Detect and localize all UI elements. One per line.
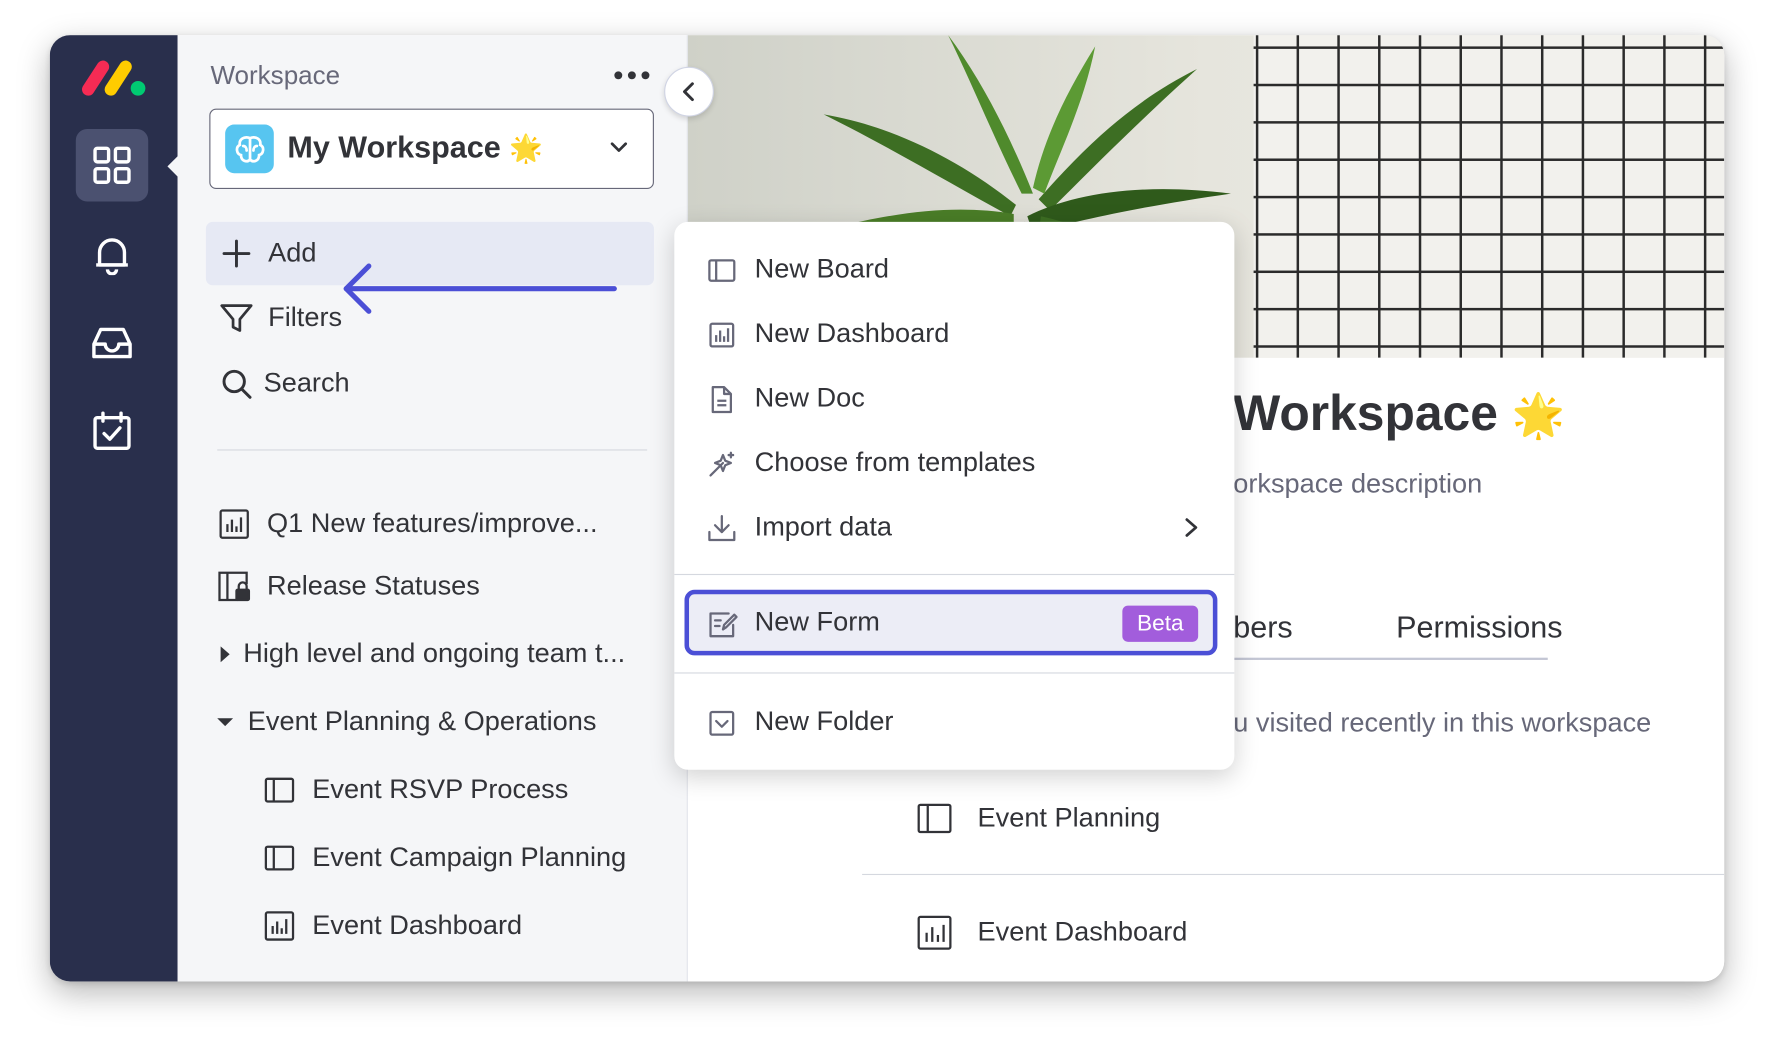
menu-item-label: New Doc [754, 382, 865, 414]
apps-grid-icon[interactable] [75, 129, 149, 202]
add-menu: New Board New Dashboard New Doc Choose f… [674, 221, 1235, 770]
workspace-description[interactable]: orkspace description [1233, 469, 1482, 501]
search-icon [216, 368, 257, 400]
chevron-left-icon [683, 82, 694, 102]
menu-item-label: New Board [754, 253, 889, 285]
tree-item-label: Event Campaign Planning [312, 842, 627, 873]
menu-divider [674, 573, 1235, 576]
locked-board-icon [217, 571, 251, 603]
tree-item-event-dashboard[interactable]: Event Dashboard [262, 901, 522, 951]
menu-item-new-doc[interactable]: New Doc [674, 370, 1234, 427]
bell-icon[interactable] [76, 218, 148, 290]
tree-folder-high-level[interactable]: High level and ongoing team t... [217, 629, 625, 679]
board-icon [707, 256, 736, 285]
board-icon [917, 803, 952, 834]
workspace-name-text: My Workspace [287, 130, 501, 165]
tab-members[interactable]: bers [1233, 610, 1292, 645]
recent-item-event-dashboard[interactable]: Event Dashboard [916, 910, 1187, 955]
doc-icon [707, 385, 736, 414]
tree-folder-event-planning[interactable]: Event Planning & Operations [217, 697, 596, 747]
workspace-selector[interactable]: My Workspace 🌟 [209, 108, 654, 190]
filter-icon [216, 302, 257, 334]
menu-item-new-form[interactable]: New Form Beta [684, 589, 1218, 656]
workspace-title: Workspace 🌟 [1233, 386, 1565, 443]
caret-right-icon[interactable] [217, 646, 233, 663]
workspace-name: My Workspace 🌟 [287, 130, 543, 165]
menu-divider [674, 672, 1235, 674]
tree-folder-label: High level and ongoing team t... [243, 638, 626, 670]
rail-active-notch [167, 152, 182, 180]
filters-button[interactable]: Filters [206, 286, 654, 349]
tree-folder-label: Event Planning & Operations [247, 706, 597, 737]
dashboard-icon [917, 915, 952, 950]
tree-item-event-rsvp[interactable]: Event RSVP Process [262, 765, 568, 815]
chevron-right-icon [1185, 518, 1198, 537]
recent-item-label: Event Planning [977, 802, 1161, 834]
tree-item-release-statuses[interactable]: Release Statuses [217, 561, 480, 611]
grid-wall-decoration [1253, 35, 1725, 358]
workspace-title-text: Workspace [1233, 386, 1498, 442]
menu-item-new-dashboard[interactable]: New Dashboard [674, 306, 1234, 363]
beta-badge: Beta [1122, 605, 1199, 642]
menu-item-label: New Form [754, 606, 880, 638]
tab-permissions[interactable]: Permissions [1396, 610, 1562, 645]
search-label: Search [263, 367, 350, 399]
monday-logo[interactable] [79, 58, 149, 99]
my-work-icon[interactable] [76, 395, 148, 467]
tree-item-label: Release Statuses [267, 570, 480, 602]
search-button[interactable]: Search [206, 352, 654, 415]
menu-item-label: New Dashboard [754, 318, 950, 349]
star-emoji: 🌟 [1511, 392, 1566, 441]
inbox-icon[interactable] [76, 307, 148, 379]
menu-item-new-folder[interactable]: New Folder [674, 694, 1234, 751]
tree-item-label: Q1 New features/improve... [267, 508, 598, 539]
board-icon [262, 844, 296, 871]
folder-icon [707, 709, 736, 738]
tree-item-event-campaign[interactable]: Event Campaign Planning [262, 833, 626, 883]
board-icon [262, 777, 296, 804]
add-label: Add [268, 237, 317, 269]
left-rail [49, 35, 178, 982]
templates-icon [707, 449, 736, 478]
menu-item-label: New Folder [754, 706, 894, 737]
menu-item-import-data[interactable]: Import data [674, 499, 1234, 556]
collapse-panel-button[interactable] [664, 66, 714, 117]
workspace-panel: Workspace My Workspace 🌟 Add Filters Sea… [177, 35, 688, 982]
dashboard-icon [262, 910, 296, 942]
recent-item-event-planning[interactable]: Event Planning [916, 796, 1160, 841]
tabs-underline [1233, 657, 1548, 660]
recent-note: u visited recently in this workspace [1233, 707, 1652, 739]
caret-down-icon[interactable] [217, 717, 234, 728]
tree-item-q1-features[interactable]: Q1 New features/improve... [217, 499, 598, 549]
panel-title: Workspace [210, 59, 341, 90]
form-icon [708, 610, 738, 639]
import-icon [707, 514, 736, 543]
dashboard-icon [217, 508, 251, 540]
filters-label: Filters [268, 302, 343, 333]
menu-item-choose-templates[interactable]: Choose from templates [674, 435, 1234, 492]
chevron-down-icon [610, 142, 628, 152]
tree-item-label: Event RSVP Process [312, 774, 569, 805]
recent-divider [862, 873, 1725, 876]
panel-divider [217, 449, 648, 451]
menu-item-label: Choose from templates [754, 447, 1036, 478]
menu-item-label: Import data [754, 511, 893, 543]
star-emoji: 🌟 [509, 133, 544, 165]
recent-item-label: Event Dashboard [977, 916, 1188, 948]
tree-item-label: Event Dashboard [312, 910, 523, 941]
dashboard-icon [707, 320, 736, 349]
plus-icon [216, 238, 257, 270]
menu-item-new-board[interactable]: New Board [674, 241, 1234, 298]
more-dots-icon[interactable] [609, 58, 654, 92]
brain-icon [225, 124, 274, 174]
